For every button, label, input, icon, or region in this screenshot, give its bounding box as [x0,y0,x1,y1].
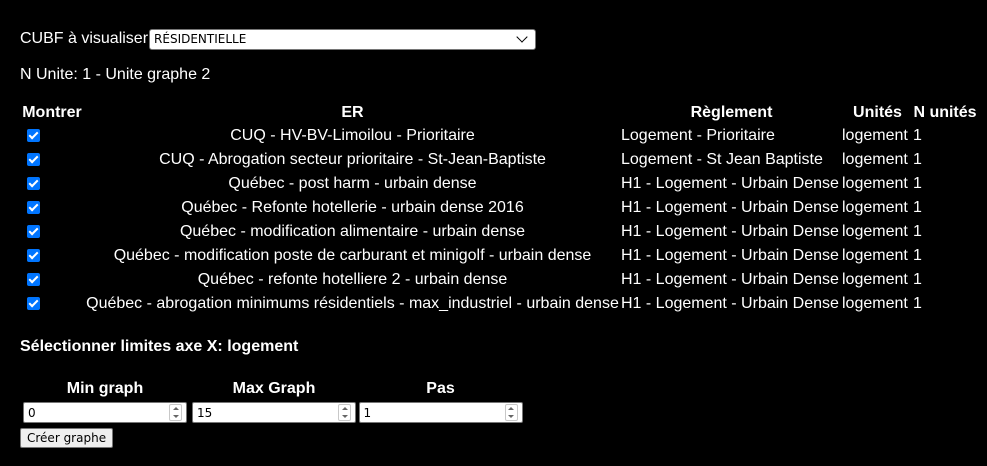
step-group: Pas 1 [358,378,523,423]
header-show: Montrer [22,104,82,121]
header-n-units: N unités [913,104,977,121]
header-er: ER [341,104,364,121]
table-row: CUQ - HV-BV-Limoilou - Prioritaire Logem… [20,124,977,148]
max-graph-group: Max Graph 15 [190,378,358,423]
er-cell: Québec - Refonte hotellerie - urbain den… [181,199,524,216]
table-row: Québec - abrogation minimums résidentiel… [20,292,977,316]
reglement-cell: H1 - Logement - Urbain Dense [621,295,839,312]
spinner-icon[interactable] [504,404,518,421]
step-value: 1 [363,405,372,420]
reglement-cell: H1 - Logement - Urbain Dense [621,271,839,288]
reglement-cell: H1 - Logement - Urbain Dense [621,199,839,216]
er-cell: Québec - modification alimentaire - urba… [179,223,526,240]
max-graph-label: Max Graph [232,380,316,397]
er-cell: Québec - abrogation minimums résidentiel… [86,295,619,312]
units-cell: logement [842,199,908,216]
units-cell: logement [842,247,908,264]
show-checkbox[interactable] [27,153,40,167]
max-graph-value: 15 [197,405,213,420]
units-cell: logement [842,175,908,192]
show-checkbox[interactable] [27,177,40,191]
cubf-selected-value: RÉSIDENTIELLE [154,32,247,46]
n-units-cell: 1 [913,271,922,288]
step-input[interactable]: 1 [358,402,523,423]
n-units-cell: 1 [913,247,922,264]
header-reglement: Règlement [690,104,773,121]
spinner-icon[interactable] [169,404,182,421]
show-checkbox[interactable] [27,273,40,287]
n-units-cell: 1 [913,175,922,192]
show-checkbox[interactable] [27,297,40,311]
units-cell: logement [842,223,908,240]
axis-limits-group: Min graph 0 Max Graph 15 Pas 1 [20,378,523,423]
step-label: Pas [426,380,455,397]
create-graph-button[interactable]: Créer graphe [20,428,114,448]
spinner-icon[interactable] [338,404,351,421]
n-unite-text: N Unite: 1 - Unite graphe 2 [20,66,211,83]
max-graph-input[interactable]: 15 [192,402,356,423]
er-table: Montrer ER Règlement Unités N unités CUQ… [20,102,977,316]
n-units-cell: 1 [913,127,922,144]
table-row: Québec - modification alimentaire - urba… [20,220,977,244]
table-row: Québec - post harm - urbain dense H1 - L… [20,172,977,196]
table-row: Québec - modification poste de carburant… [20,244,977,268]
cubf-select[interactable]: RÉSIDENTIELLE [149,28,537,50]
er-cell: Québec - refonte hotelliere 2 - urbain d… [197,271,508,288]
show-checkbox[interactable] [27,225,40,239]
min-graph-label: Min graph [66,380,144,397]
table-row: Québec - refonte hotelliere 2 - urbain d… [20,268,977,292]
er-cell: Québec - post harm - urbain dense [228,175,477,192]
reglement-cell: H1 - Logement - Urbain Dense [621,247,839,264]
n-units-cell: 1 [913,295,922,312]
reglement-cell: H1 - Logement - Urbain Dense [621,223,839,240]
n-units-cell: 1 [913,223,922,240]
table-row: CUQ - Abrogation secteur prioritaire - S… [20,148,977,172]
chevron-down-icon [516,31,528,43]
show-checkbox[interactable] [27,129,40,143]
cubf-row: CUBF à visualiser RÉSIDENTIELLE [20,28,537,50]
show-checkbox[interactable] [27,201,40,215]
table-row: Québec - Refonte hotellerie - urbain den… [20,196,977,220]
min-graph-input[interactable]: 0 [23,402,187,423]
cubf-label: CUBF à visualiser [20,30,149,47]
min-graph-value: 0 [28,405,36,420]
n-units-cell: 1 [913,199,922,216]
units-cell: logement [842,151,908,168]
units-cell: logement [842,271,908,288]
er-cell: CUQ - Abrogation secteur prioritaire - S… [159,151,546,168]
axis-limits-title: Sélectionner limites axe X: logement [20,338,299,355]
show-checkbox[interactable] [27,249,40,263]
reglement-cell: Logement - Prioritaire [621,127,775,144]
n-units-cell: 1 [913,151,922,168]
header-units: Unités [853,104,902,121]
reglement-cell: H1 - Logement - Urbain Dense [621,175,839,192]
er-cell: Québec - modification poste de carburant… [113,247,592,264]
reglement-cell: Logement - St Jean Baptiste [621,151,823,168]
table-header-row: Montrer ER Règlement Unités N unités [20,102,977,124]
units-cell: logement [842,295,908,312]
units-cell: logement [842,127,908,144]
min-graph-group: Min graph 0 [20,378,190,423]
er-cell: CUQ - HV-BV-Limoilou - Prioritaire [230,127,475,144]
